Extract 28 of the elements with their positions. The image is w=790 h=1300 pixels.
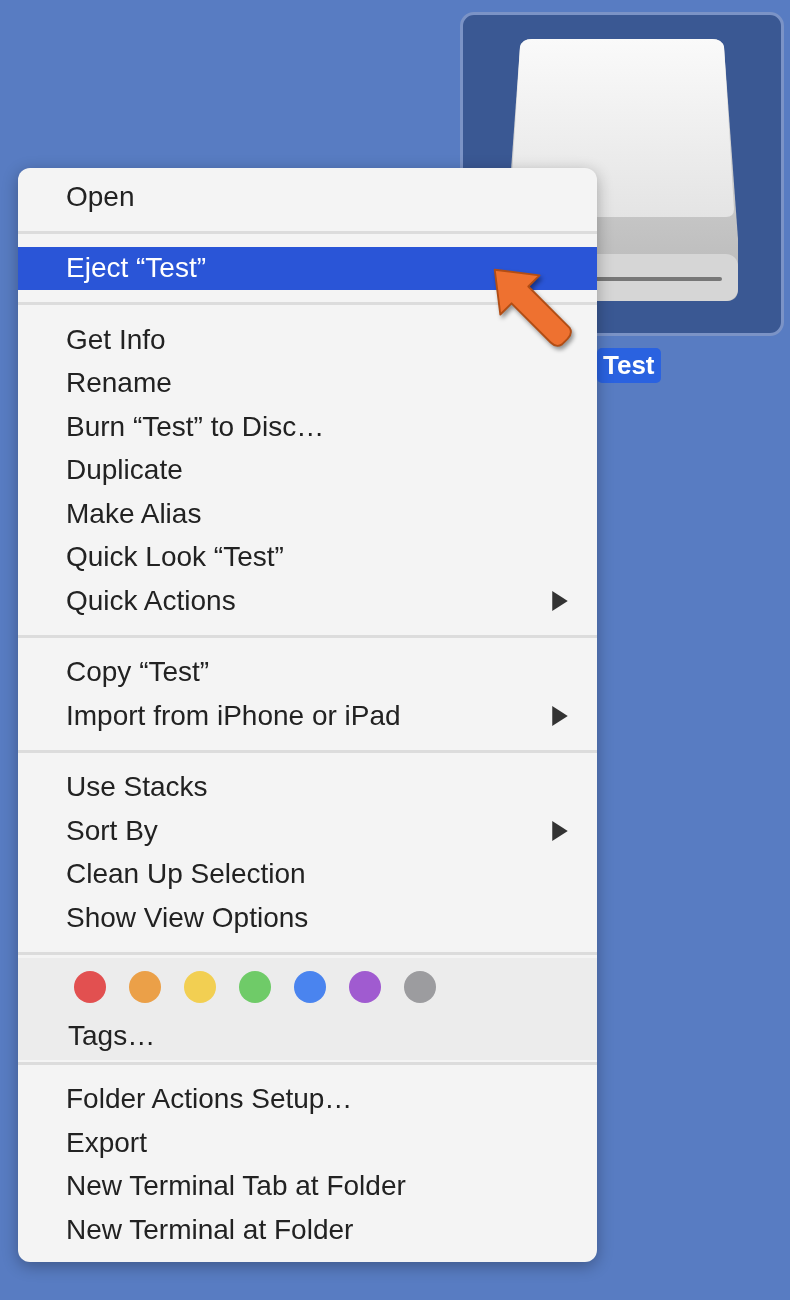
drive-label: Test [597, 348, 661, 383]
menu-item[interactable]: New Terminal Tab at Folder [18, 1164, 597, 1208]
menu-item[interactable]: Quick Look “Test” [18, 535, 597, 579]
menu-item[interactable]: Get Info [18, 318, 597, 362]
menu-item[interactable]: Import from iPhone or iPad [18, 694, 597, 738]
menu-item[interactable]: Clean Up Selection [18, 852, 597, 896]
tag-color-dot[interactable] [184, 970, 216, 1003]
tag-color-dot[interactable] [129, 970, 161, 1003]
menu-item[interactable]: Make Alias [18, 492, 597, 536]
menu-item[interactable]: Copy “Test” [18, 650, 597, 694]
menu-item[interactable]: Duplicate [18, 448, 597, 492]
menu-item[interactable]: Use Stacks [18, 765, 597, 809]
menu-item[interactable]: Open [18, 175, 597, 219]
menu-item[interactable]: Folder Actions Setup… [18, 1077, 597, 1121]
menu-item[interactable]: Tags… [68, 1019, 156, 1052]
tag-color-dot[interactable] [404, 970, 436, 1003]
menu-item[interactable]: Eject “Test” [18, 246, 597, 290]
tag-color-dot[interactable] [294, 970, 326, 1003]
tag-color-dot[interactable] [349, 970, 381, 1003]
menu-item[interactable]: New Terminal at Folder [18, 1208, 597, 1252]
menu-item[interactable]: Sort By [18, 809, 597, 853]
menu-item[interactable]: Rename [18, 361, 597, 405]
menu-item[interactable]: Export [18, 1121, 597, 1165]
menu-item[interactable]: Quick Actions [18, 579, 597, 623]
tag-color-dot[interactable] [239, 970, 271, 1003]
tag-color-dot[interactable] [74, 970, 106, 1003]
menu-item[interactable]: Burn “Test” to Disc… [18, 405, 597, 449]
menu-item[interactable]: Show View Options [18, 896, 597, 940]
